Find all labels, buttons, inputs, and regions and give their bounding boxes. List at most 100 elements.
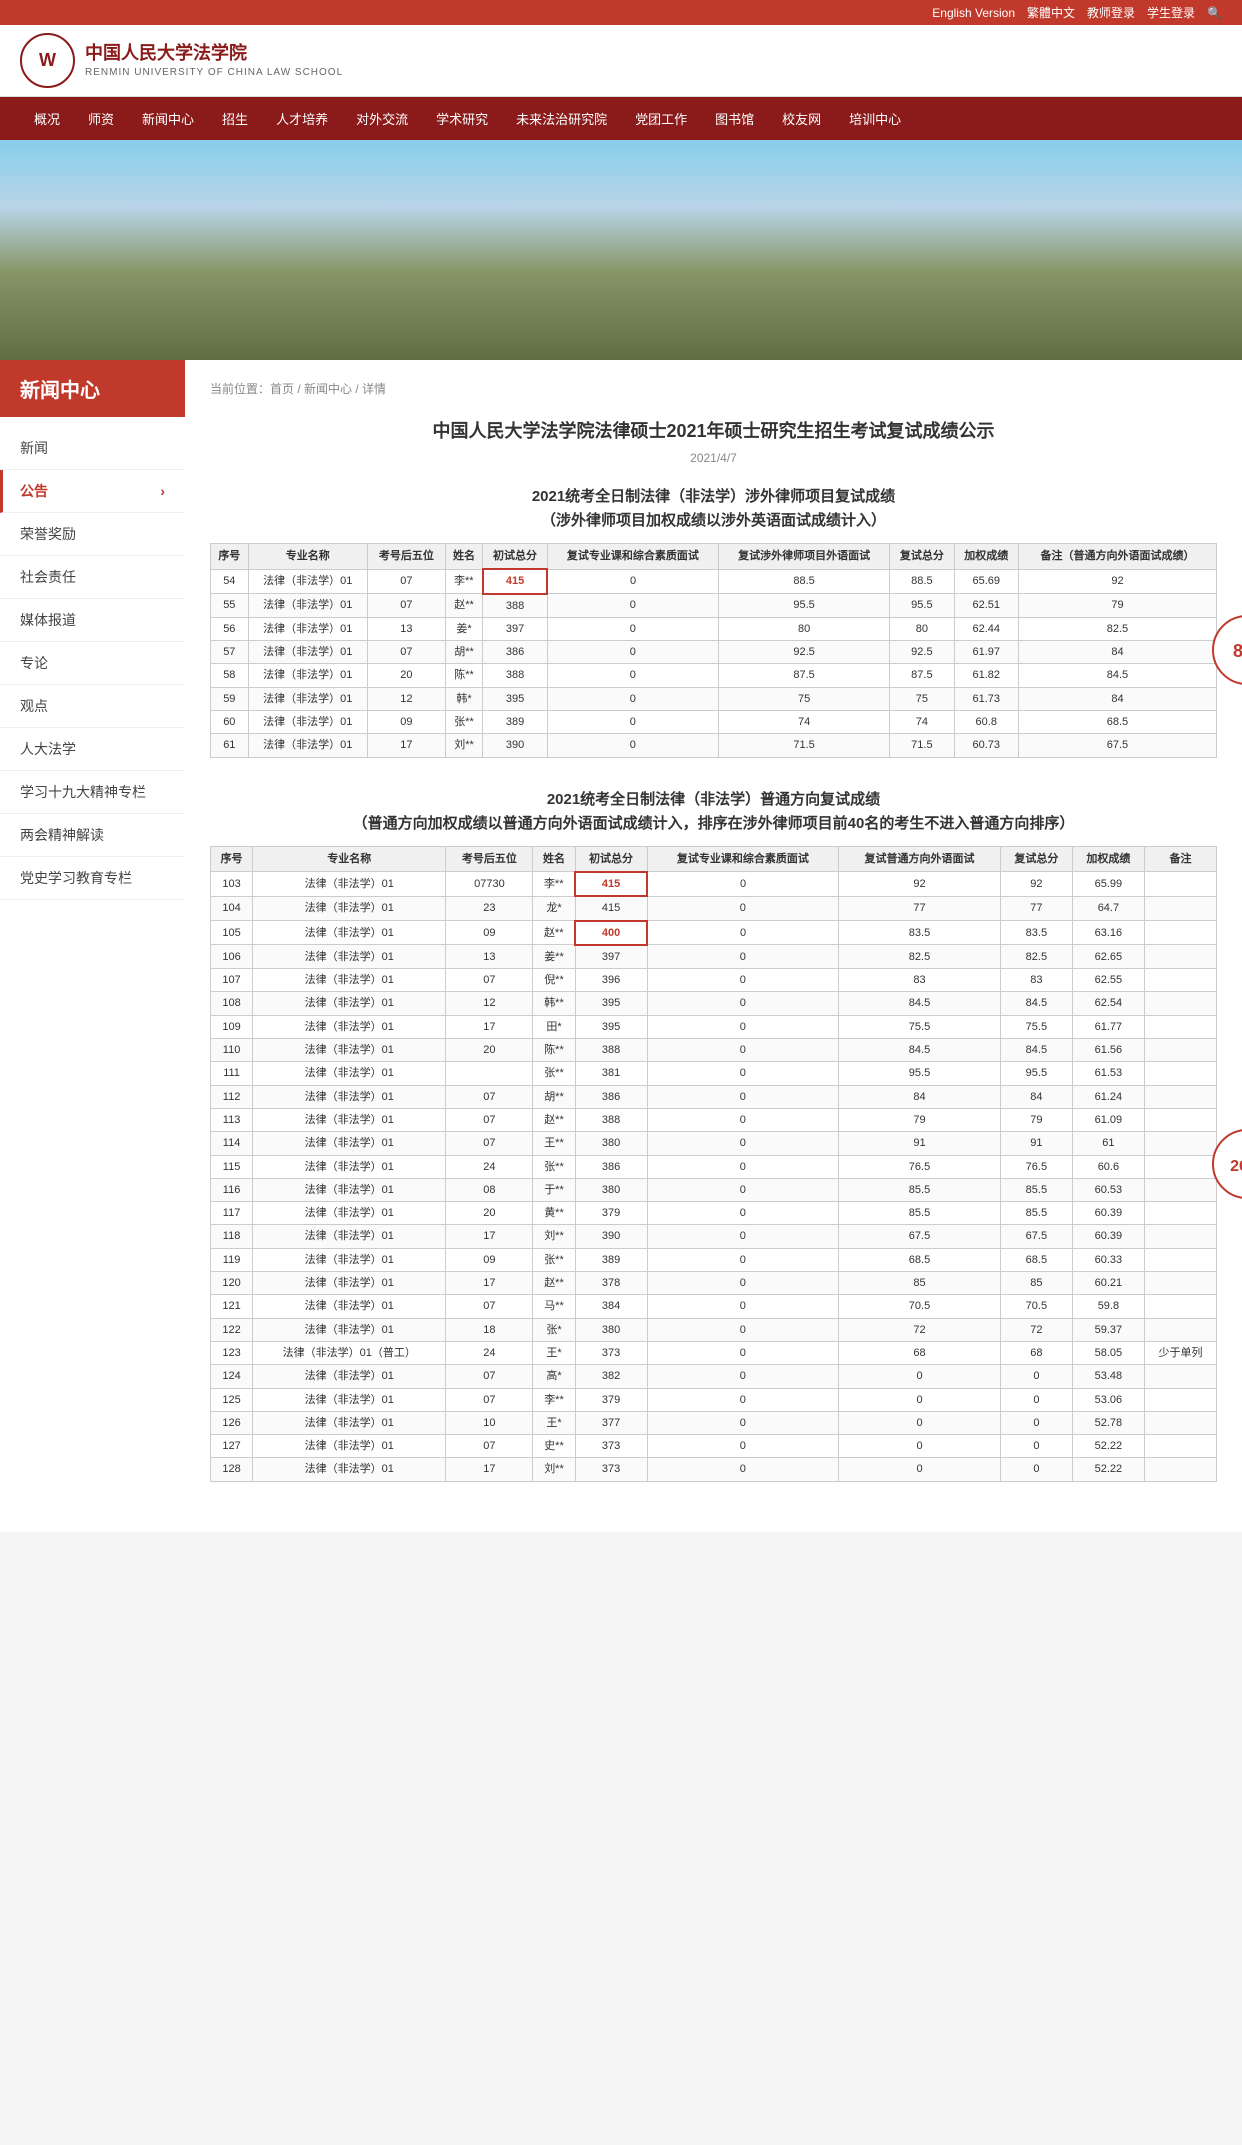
col-header: 专业名称 (248, 544, 367, 570)
nav-item[interactable]: 人才培养 (262, 97, 342, 140)
sidebar-item-media[interactable]: 媒体报道 (0, 599, 185, 642)
table-cell: 52.22 (1072, 1458, 1144, 1481)
breadcrumb: 当前位置：首页 / 新闻中心 / 详情 (210, 380, 1217, 397)
table-cell: 60.73 (954, 734, 1018, 757)
table-cell: 法律（非法学）01 (248, 569, 367, 593)
teacher-login-link[interactable]: 教师登录 (1087, 4, 1135, 21)
table-cell: 67.5 (839, 1225, 1001, 1248)
search-icon[interactable]: 🔍 (1207, 6, 1222, 20)
nav-item[interactable]: 招生 (208, 97, 262, 140)
table-row: 59法律（非法学）0112韩*3950757561.7384 (211, 687, 1217, 710)
table-row: 128法律（非法学）0117刘**37300052.22 (211, 1458, 1217, 1481)
student-login-link[interactable]: 学生登录 (1147, 4, 1195, 21)
sidebar-item-responsibility[interactable]: 社会责任 (0, 556, 185, 599)
table-cell: 91 (1000, 1132, 1072, 1155)
table-cell: 397 (575, 945, 647, 969)
table-row: 125法律（非法学）0107李**37900053.06 (211, 1388, 1217, 1411)
sidebar-item-congress[interactable]: 两会精神解读 (0, 814, 185, 857)
table-cell: 法律（非法学）01 (253, 992, 446, 1015)
table-cell: 61.53 (1072, 1062, 1144, 1085)
table-row: 117法律（非法学）0120黄**379085.585.560.39 (211, 1202, 1217, 1225)
english-version-link[interactable]: English Version (932, 6, 1015, 20)
table-cell: 84 (1018, 641, 1216, 664)
nav-item[interactable]: 图书馆 (701, 97, 768, 140)
sidebar-item-announcement[interactable]: 公告 › (0, 470, 185, 513)
table-cell: 389 (575, 1248, 647, 1271)
nav-item[interactable]: 概况 (20, 97, 74, 140)
table-cell: 0 (647, 1341, 839, 1364)
table-cell: 59.8 (1072, 1295, 1144, 1318)
table-row: 110法律（非法学）0120陈**388084.584.561.56 (211, 1039, 1217, 1062)
table-cell: 12 (367, 687, 445, 710)
table-cell: 388 (483, 594, 547, 618)
table-cell (446, 1062, 533, 1085)
table-cell: 王* (533, 1341, 575, 1364)
table-row: 124法律（非法学）0107高*38200053.48 (211, 1365, 1217, 1388)
table-cell (1144, 1435, 1216, 1458)
table-cell: 赵** (445, 594, 483, 618)
table-cell: 52.78 (1072, 1411, 1144, 1434)
sidebar-item-special[interactable]: 专论 (0, 642, 185, 685)
table-cell: 74 (890, 711, 954, 734)
table-cell: 84 (839, 1085, 1001, 1108)
table-cell: 114 (211, 1132, 253, 1155)
table-cell: 84.5 (1000, 992, 1072, 1015)
nav-item[interactable]: 校友网 (768, 97, 835, 140)
table-cell: 17 (446, 1458, 533, 1481)
table-row: 55法律（非法学）0107赵**388095.595.562.5179 (211, 594, 1217, 618)
top-bar: English Version 繁體中文 教师登录 学生登录 🔍 (0, 0, 1242, 25)
sidebar-item-news[interactable]: 新闻 (0, 427, 185, 470)
table-cell: 0 (647, 1272, 839, 1295)
nav-item[interactable]: 未来法治研究院 (502, 97, 621, 140)
nav-item[interactable]: 党团工作 (621, 97, 701, 140)
table-cell: 77 (1000, 896, 1072, 920)
table-row: 104法律（非法学）0123龙*4150777764.7 (211, 896, 1217, 920)
table-cell: 张** (533, 1062, 575, 1085)
col-header: 初试总分 (483, 544, 547, 570)
table-cell: 0 (647, 1085, 839, 1108)
table-cell: 法律（非法学）01 (253, 1108, 446, 1131)
section1-table-wrapper: 序号 专业名称 考号后五位 姓名 初试总分 复试专业课和综合素质面试 复试涉外律… (210, 543, 1217, 758)
table-row: 61法律（非法学）0117刘**390071.571.560.7367.5 (211, 734, 1217, 757)
table-cell: 386 (483, 641, 547, 664)
sidebar-item-viewpoint[interactable]: 观点 (0, 685, 185, 728)
nav-item[interactable]: 新闻中心 (128, 97, 208, 140)
table-cell: 法律（非法学）01 (253, 1155, 446, 1178)
table-cell: 张** (533, 1155, 575, 1178)
table-cell (1144, 872, 1216, 896)
table-cell: 83.5 (839, 921, 1001, 945)
table-cell: 82.5 (1000, 945, 1072, 969)
table-cell: 92.5 (718, 641, 889, 664)
table-cell: 84.5 (1018, 664, 1216, 687)
table-cell: 法律（非法学）01 (253, 1411, 446, 1434)
table-cell: 88.5 (718, 569, 889, 593)
table-cell: 53.06 (1072, 1388, 1144, 1411)
table-cell (1144, 1178, 1216, 1201)
table-cell: 125 (211, 1388, 253, 1411)
traditional-chinese-link[interactable]: 繁體中文 (1027, 4, 1075, 21)
table-row: 123法律（非法学）01（普工）24王*3730686858.05少于单列 (211, 1341, 1217, 1364)
sidebar-item-rendalaw[interactable]: 人大法学 (0, 728, 185, 771)
sidebar-item-19spirit[interactable]: 学习十九大精神专栏 (0, 771, 185, 814)
table-cell: 95.5 (890, 594, 954, 618)
nav-item[interactable]: 培训中心 (835, 97, 915, 140)
table-cell: 0 (547, 711, 718, 734)
table-cell: 0 (547, 641, 718, 664)
nav-item[interactable]: 对外交流 (342, 97, 422, 140)
sidebar-item-honor[interactable]: 荣誉奖励 (0, 513, 185, 556)
table-cell: 07 (446, 1132, 533, 1155)
sidebar-item-party-history[interactable]: 党史学习教育专栏 (0, 857, 185, 900)
table-row: 58法律（非法学）0120陈**388087.587.561.8284.5 (211, 664, 1217, 687)
table-cell: 106 (211, 945, 253, 969)
table-cell: 105 (211, 921, 253, 945)
nav-item[interactable]: 师资 (74, 97, 128, 140)
table-cell: 112 (211, 1085, 253, 1108)
table-cell: 0 (647, 1015, 839, 1038)
table-cell: 0 (647, 896, 839, 920)
table-cell (1144, 1085, 1216, 1108)
table-cell: 0 (547, 617, 718, 640)
section2-table: 序号 专业名称 考号后五位 姓名 初试总分 复试专业课和综合素质面试 复试普通方… (210, 846, 1217, 1482)
table-cell (1144, 1039, 1216, 1062)
table-cell: 87.5 (718, 664, 889, 687)
nav-item[interactable]: 学术研究 (422, 97, 502, 140)
